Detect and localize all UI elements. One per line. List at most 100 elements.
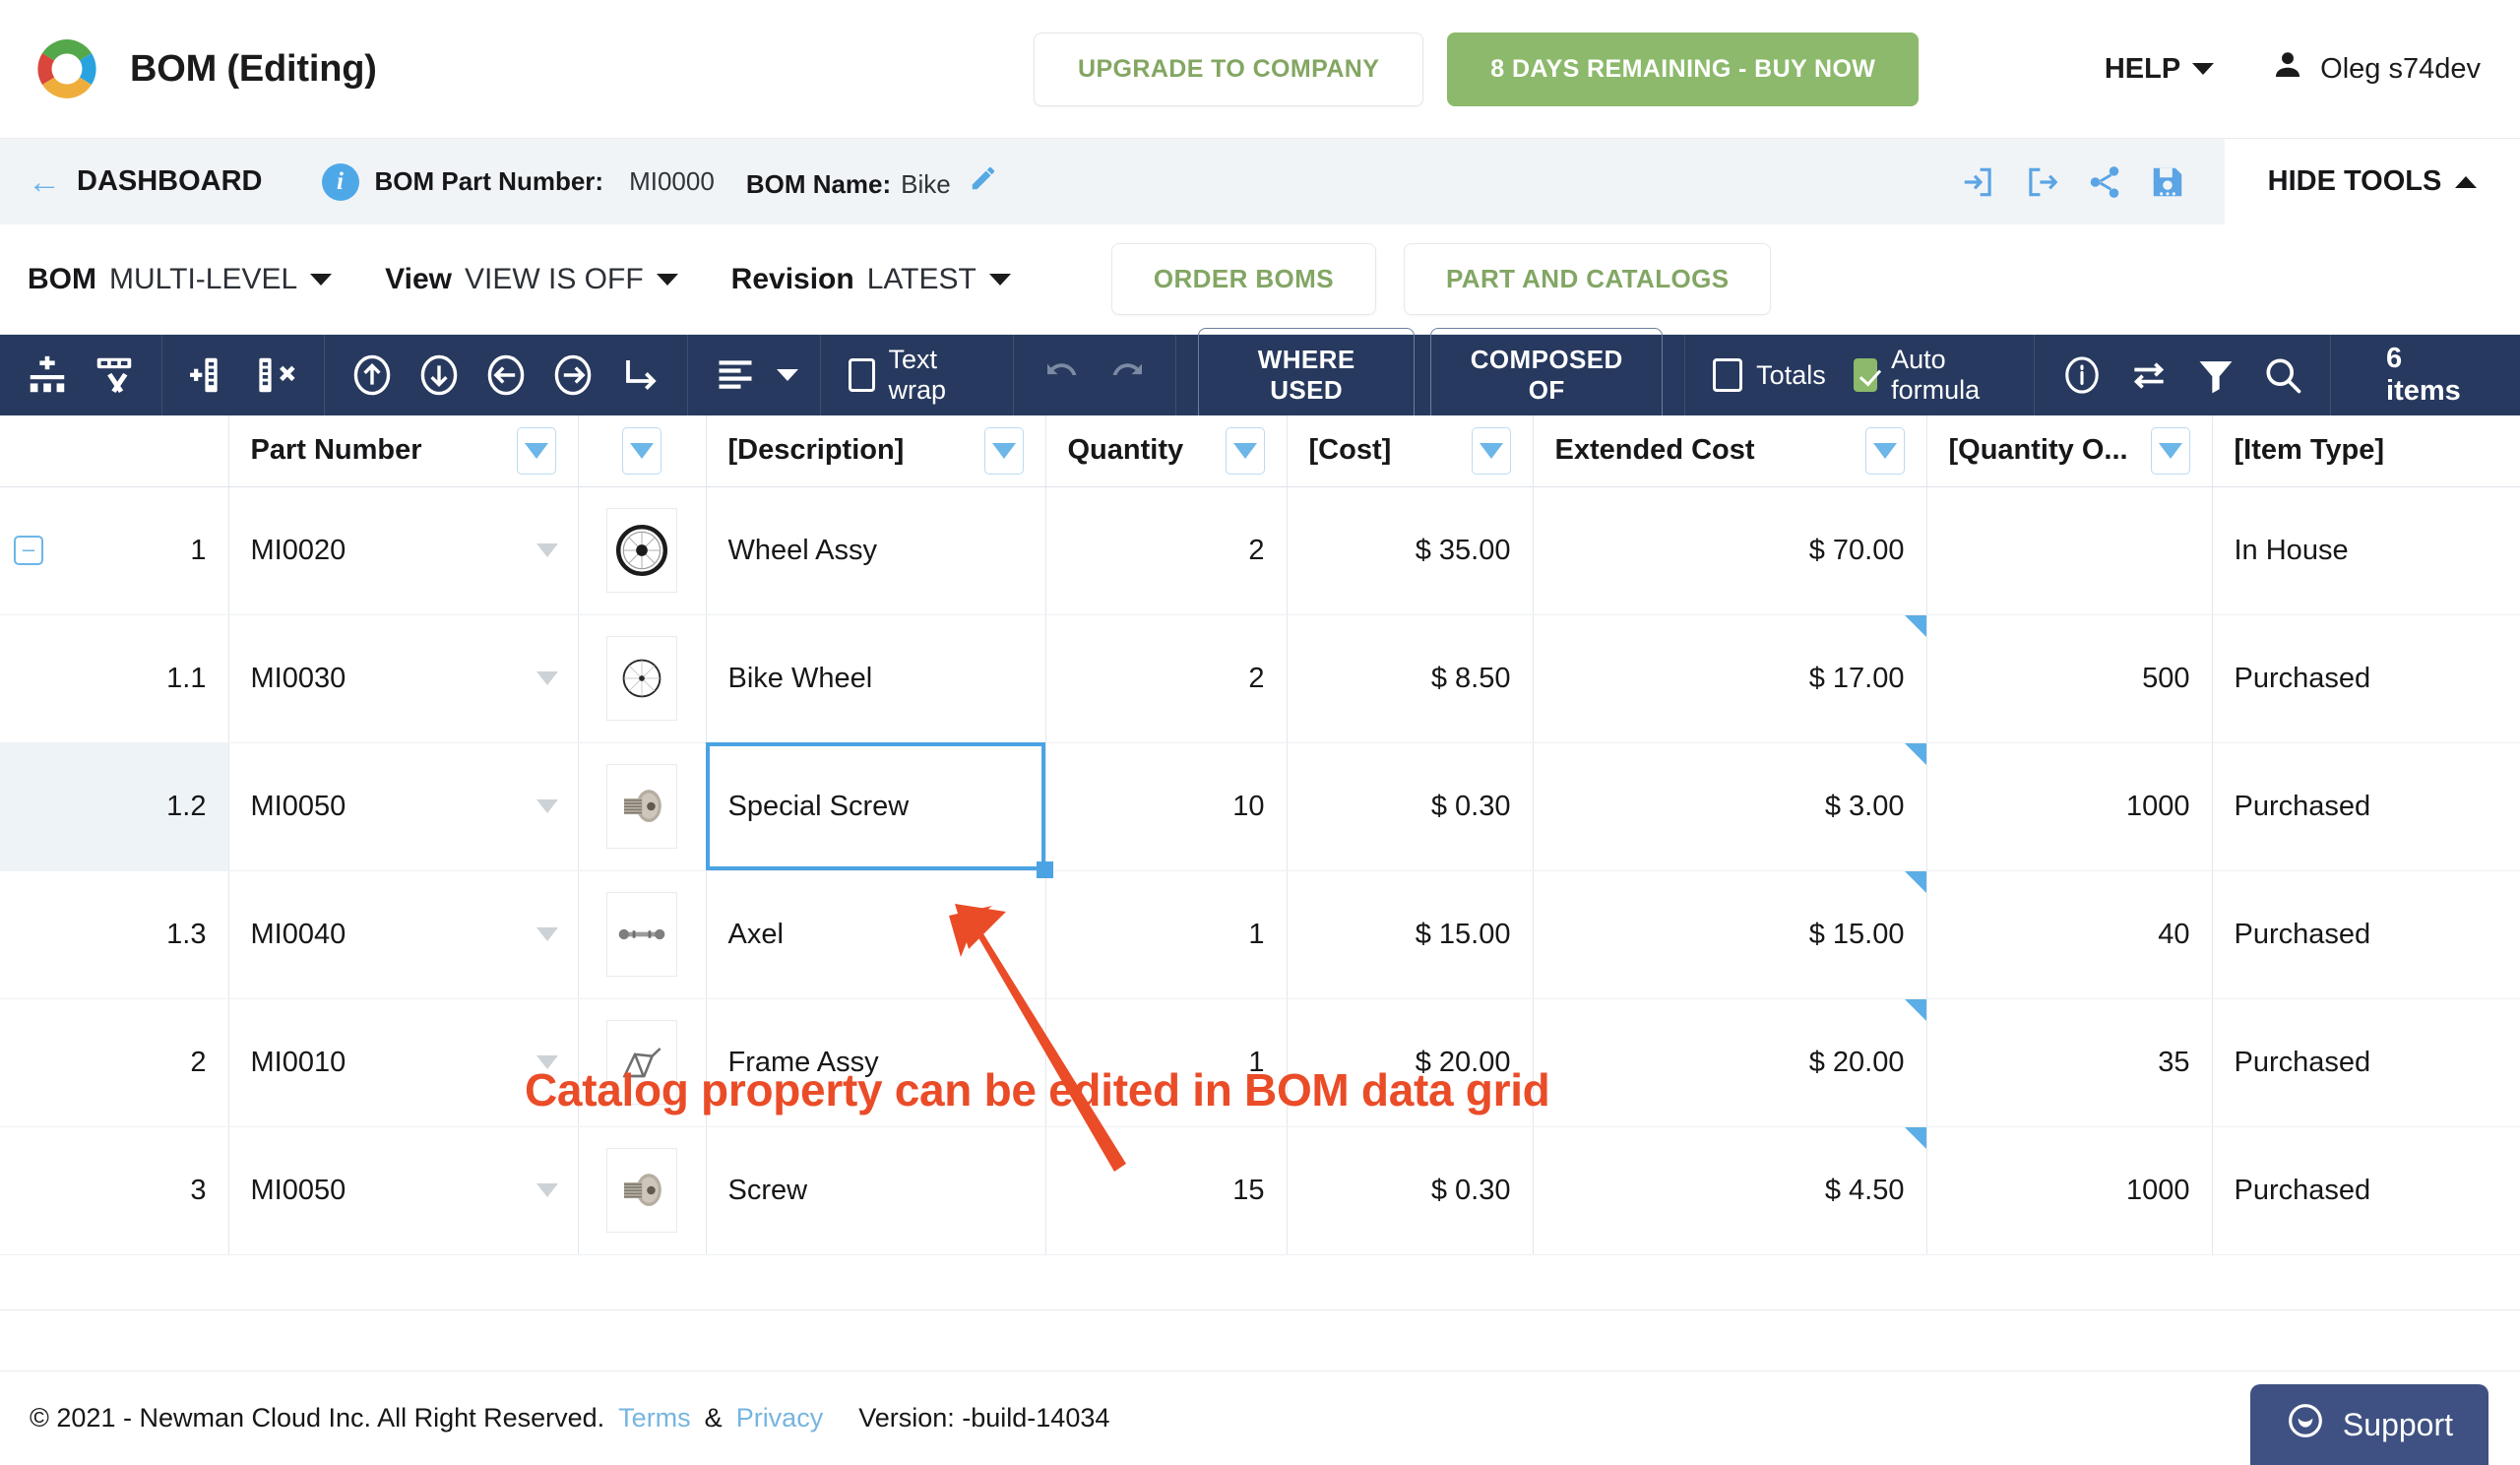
hide-tools-button[interactable]: HIDE TOOLS (2225, 138, 2520, 225)
cell-extended-cost[interactable]: $ 20.00 (1533, 998, 1927, 1127)
cell-part-number[interactable]: MI0020 (228, 486, 579, 615)
table-row[interactable]: – 1 MI0020 Wheel Assy 2 $ 35.00 $ 70.00 (0, 486, 2520, 615)
cell-item-type[interactable]: Purchased (2212, 614, 2520, 743)
align-left-icon[interactable] (710, 350, 761, 401)
cell-description[interactable]: Axel (706, 870, 1046, 999)
export-icon[interactable] (2014, 155, 2069, 210)
column-header-extended-cost[interactable]: Extended Cost (1533, 415, 1927, 487)
cell-quantity-on-hand[interactable]: 1000 (1926, 742, 2213, 871)
column-filter-button[interactable] (983, 426, 1024, 475)
fill-handle[interactable] (1036, 860, 1053, 878)
column-filter-button[interactable] (1864, 426, 1905, 475)
cell-part-number[interactable]: MI0030 (228, 614, 579, 743)
view-selector[interactable]: View VIEW IS OFF (385, 263, 678, 296)
add-column-icon[interactable] (184, 350, 235, 401)
add-row-icon[interactable] (22, 350, 73, 401)
cell-cost[interactable]: $ 0.30 (1287, 1126, 1534, 1255)
auto-formula-checkbox[interactable]: Auto formula (1848, 345, 2012, 406)
column-filter-button[interactable] (516, 426, 556, 475)
terms-link[interactable]: Terms (618, 1403, 691, 1433)
table-row[interactable]: 1.2 MI0050 Special Screw 10 $ 0.30 $ 3.0… (0, 742, 2520, 878)
cell-level[interactable]: 2 (0, 998, 229, 1127)
info-icon[interactable]: i (321, 162, 359, 201)
column-header-cost[interactable]: [Cost] (1287, 415, 1534, 487)
cell-level[interactable]: 1.3 (0, 870, 229, 999)
cell-quantity[interactable]: 10 (1045, 742, 1288, 871)
column-header-thumbnail[interactable] (578, 415, 707, 487)
cell-extended-cost[interactable]: $ 17.00 (1533, 614, 1927, 743)
user-menu[interactable]: Oleg s74dev (2271, 48, 2481, 90)
chevron-down-icon[interactable] (536, 799, 558, 813)
column-header-item-type[interactable]: [Item Type] (2212, 415, 2520, 487)
cell-quantity-on-hand[interactable]: 1000 (1926, 1126, 2213, 1255)
cell-level[interactable]: 1.2 (0, 742, 229, 871)
cell-description[interactable]: Wheel Assy (706, 486, 1046, 615)
delete-row-icon[interactable] (89, 350, 140, 401)
chevron-down-icon[interactable] (536, 1183, 558, 1197)
save-icon[interactable] (2140, 155, 2195, 210)
move-right-icon[interactable] (547, 350, 598, 401)
cell-thumbnail[interactable] (578, 486, 707, 615)
cell-part-number[interactable]: MI0040 (228, 870, 579, 999)
import-icon[interactable] (1951, 155, 2006, 210)
collapse-toggle[interactable]: – (14, 536, 43, 565)
filter-icon[interactable] (2190, 350, 2241, 401)
move-up-icon[interactable] (346, 350, 398, 401)
cell-description[interactable]: Bike Wheel (706, 614, 1046, 743)
cell-description[interactable]: Screw (706, 1126, 1046, 1255)
cell-item-type[interactable]: Purchased (2212, 998, 2520, 1127)
cell-quantity-on-hand[interactable]: 500 (1926, 614, 2213, 743)
cell-level[interactable]: – 1 (0, 486, 229, 615)
column-header-part-number[interactable]: Part Number (228, 415, 579, 487)
swap-icon[interactable] (2123, 350, 2174, 401)
buy-now-button[interactable]: 8 DAYS REMAINING - BUY NOW (1447, 32, 1920, 106)
table-row[interactable]: 3 MI0050 Screw 15 $ 0.30 $ 4.50 1000 Pur… (0, 1126, 2520, 1255)
cell-quantity[interactable]: 2 (1045, 614, 1288, 743)
text-wrap-checkbox[interactable]: Text wrap (843, 345, 991, 406)
pencil-icon[interactable] (969, 163, 998, 198)
cell-cost[interactable]: $ 0.30 (1287, 742, 1534, 871)
cell-part-number[interactable]: MI0050 (228, 742, 579, 871)
totals-checkbox[interactable]: Totals (1707, 358, 1832, 392)
cell-cost[interactable]: $ 8.50 (1287, 614, 1534, 743)
privacy-link[interactable]: Privacy (736, 1403, 824, 1433)
cell-quantity[interactable]: 1 (1045, 870, 1288, 999)
column-filter-button[interactable] (622, 426, 662, 475)
cell-part-number[interactable]: MI0050 (228, 1126, 579, 1255)
cell-level[interactable]: 1.1 (0, 614, 229, 743)
chevron-down-icon[interactable] (536, 927, 558, 941)
upgrade-to-company-button[interactable]: UPGRADE TO COMPANY (1034, 32, 1424, 106)
move-down-icon[interactable] (413, 350, 465, 401)
cell-item-type[interactable]: Purchased (2212, 1126, 2520, 1255)
cell-description-selected[interactable]: Special Screw (706, 742, 1053, 878)
cell-extended-cost[interactable]: $ 70.00 (1533, 486, 1927, 615)
info-icon[interactable] (2056, 350, 2108, 401)
column-header-quantity[interactable]: Quantity (1045, 415, 1288, 487)
column-filter-button[interactable] (1225, 426, 1265, 475)
cell-extended-cost[interactable]: $ 3.00 (1533, 742, 1927, 871)
part-and-catalogs-button[interactable]: PART AND CATALOGS (1403, 243, 1772, 315)
column-filter-button[interactable] (2150, 426, 2190, 475)
cell-cost[interactable]: $ 35.00 (1287, 486, 1534, 615)
order-boms-button[interactable]: ORDER BOMS (1110, 243, 1376, 315)
move-left-icon[interactable] (480, 350, 532, 401)
cell-quantity[interactable]: 2 (1045, 486, 1288, 615)
dashboard-back-link[interactable]: ← DASHBOARD (28, 165, 263, 199)
bom-level-selector[interactable]: BOM MULTI-LEVEL (28, 263, 333, 296)
column-header-description[interactable]: [Description] (706, 415, 1046, 487)
column-header-quantity-on-hand[interactable]: [Quantity O... (1926, 415, 2213, 487)
cell-thumbnail[interactable] (578, 614, 707, 743)
revision-selector[interactable]: Revision LATEST (731, 263, 1011, 296)
cell-quantity-on-hand[interactable]: 35 (1926, 998, 2213, 1127)
cell-level[interactable]: 3 (0, 1126, 229, 1255)
chevron-down-icon[interactable] (536, 671, 558, 685)
composed-of-button[interactable]: COMPOSED OF (1430, 328, 1664, 422)
cell-quantity-on-hand[interactable] (1926, 486, 2213, 615)
cell-item-type[interactable]: Purchased (2212, 742, 2520, 871)
cell-extended-cost[interactable]: $ 4.50 (1533, 1126, 1927, 1255)
cell-thumbnail[interactable] (578, 1126, 707, 1255)
support-button[interactable]: Support (2249, 1384, 2488, 1465)
where-used-button[interactable]: WHERE USED (1198, 328, 1416, 422)
chevron-down-icon[interactable] (536, 543, 558, 557)
delete-column-icon[interactable] (251, 350, 302, 401)
